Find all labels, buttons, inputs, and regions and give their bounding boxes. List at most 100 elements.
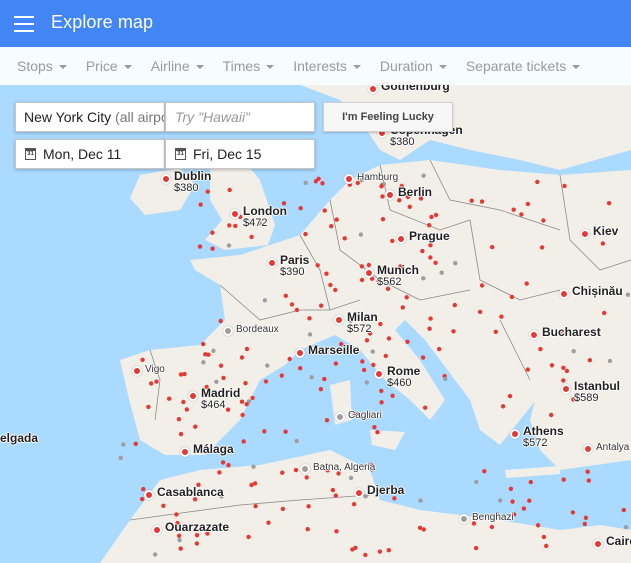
city-bucharest[interactable]: Bucharest	[529, 326, 601, 340]
city-antalya[interactable]: Antalya	[583, 440, 629, 454]
airport-dot	[452, 302, 457, 308]
city-cairo[interactable]: Cairo	[593, 535, 631, 549]
airport-dot	[221, 375, 226, 381]
airport-dot	[564, 368, 570, 374]
destination-input[interactable]: Try "Hawaii"	[165, 102, 315, 132]
airport-dot	[417, 525, 423, 530]
airport-dot	[525, 367, 530, 372]
airport-dot	[378, 321, 383, 327]
filter-separate-tickets[interactable]: Separate tickets	[466, 58, 581, 74]
city-kiev[interactable]: Kiev	[580, 225, 618, 239]
filter-stops[interactable]: Stops	[17, 58, 67, 74]
depart-date-field[interactable]: 31 Mon, Dec 11	[15, 139, 165, 169]
airport-dot	[428, 316, 433, 321]
airport-dot	[474, 479, 479, 485]
city-prague[interactable]: Prague	[396, 230, 450, 244]
city-hamburg[interactable]: Hamburg	[344, 170, 398, 184]
airport-dot	[386, 336, 392, 341]
city-cagliari[interactable]: Cagliari	[335, 408, 382, 422]
calendar-icon: 31	[25, 148, 36, 160]
city-milan[interactable]: Milan $572	[334, 311, 378, 335]
airport-dot	[133, 441, 138, 446]
airport-dot	[372, 425, 377, 430]
map-pin-icon	[385, 190, 395, 200]
airport-dot	[178, 372, 184, 377]
airport-dot	[262, 429, 267, 434]
map-pin-icon	[335, 412, 345, 422]
caret-down-icon	[266, 65, 275, 69]
airport-dot	[535, 179, 540, 185]
map-pin-icon	[267, 258, 277, 268]
airport-dot	[226, 243, 232, 248]
city-rome[interactable]: Rome $460	[374, 365, 420, 389]
airport-dot	[324, 418, 330, 423]
city-munich[interactable]: Munich $562	[364, 264, 419, 288]
city-bordeaux[interactable]: Bordeaux	[223, 322, 279, 336]
filter-interests[interactable]: Interests	[293, 58, 361, 74]
hamburger-menu-icon[interactable]	[14, 16, 34, 32]
city-batna[interactable]: Batna, Algeria	[300, 460, 375, 474]
map-pin-icon	[152, 525, 162, 535]
airport-dot	[477, 309, 483, 315]
airport-dot	[499, 314, 504, 319]
map-pin-icon	[344, 174, 354, 184]
filter-bar: Stops Price Airline Times Interests Dura…	[0, 47, 631, 85]
airport-dot	[511, 207, 516, 212]
airport-dot	[263, 379, 269, 384]
airport-dot	[218, 363, 224, 368]
airport-dot	[210, 230, 215, 235]
caret-down-icon	[58, 65, 67, 69]
city-madrid[interactable]: Madrid $464	[188, 387, 240, 411]
airport-dot	[342, 236, 347, 241]
map-pin-icon	[510, 429, 520, 439]
airport-dot	[600, 241, 606, 246]
airport-dot	[353, 545, 358, 550]
city-marseille[interactable]: Marseille	[295, 344, 359, 358]
filter-times[interactable]: Times	[223, 58, 275, 74]
return-date-field[interactable]: 31 Fri, Dec 15	[165, 139, 315, 169]
map-pin-icon	[144, 490, 154, 500]
city-ouarzazate[interactable]: Ouarzazate	[152, 521, 229, 535]
city-london[interactable]: London $472	[230, 205, 287, 229]
airport-dot	[298, 366, 303, 371]
city-benghazi[interactable]: Benghazi	[459, 510, 514, 524]
airport-dot	[289, 302, 295, 307]
airport-dot	[379, 184, 384, 189]
airport-dot	[328, 282, 333, 288]
city-athens[interactable]: Athens $572	[510, 425, 564, 449]
city-paris[interactable]: Paris $390	[267, 254, 309, 278]
city-djerba[interactable]: Djerba	[354, 484, 404, 498]
map-pin-icon	[559, 289, 569, 299]
city-dublin[interactable]: Dublin $380	[161, 170, 211, 194]
filter-airline[interactable]: Airline	[151, 58, 204, 74]
airport-dot	[351, 502, 357, 507]
filter-price[interactable]: Price	[86, 58, 132, 74]
city-malaga[interactable]: Málaga	[180, 443, 234, 457]
city-istanbul[interactable]: Istanbul $589	[561, 380, 620, 404]
city-vigo[interactable]: Vigo	[132, 362, 165, 376]
airport-dot	[121, 442, 126, 447]
airport-dot	[586, 478, 591, 483]
map-pin-icon	[580, 229, 590, 239]
airport-dot	[333, 493, 338, 498]
airport-dot	[606, 201, 612, 206]
city-berlin[interactable]: Berlin	[385, 186, 432, 200]
city-casablanca[interactable]: Casablanca	[144, 486, 224, 500]
airport-dot	[176, 417, 182, 422]
airport-dot	[549, 363, 555, 368]
origin-input[interactable]: New York City (all airpo	[15, 102, 165, 132]
map-pin-icon	[295, 348, 305, 358]
airport-dot	[621, 507, 626, 513]
airport-dot	[509, 294, 515, 300]
airport-dot	[211, 348, 216, 353]
city-chisinau[interactable]: Chișinău	[559, 285, 623, 299]
airport-dot	[585, 469, 590, 474]
airport-dot	[544, 543, 549, 549]
airport-dot	[320, 181, 325, 186]
airport-dot	[428, 255, 433, 260]
feeling-lucky-button[interactable]: I'm Feeling Lucky	[323, 102, 453, 132]
filter-duration[interactable]: Duration	[380, 58, 447, 74]
airport-dot	[161, 503, 166, 508]
airport-dot	[469, 198, 474, 203]
airport-dot	[304, 475, 309, 480]
